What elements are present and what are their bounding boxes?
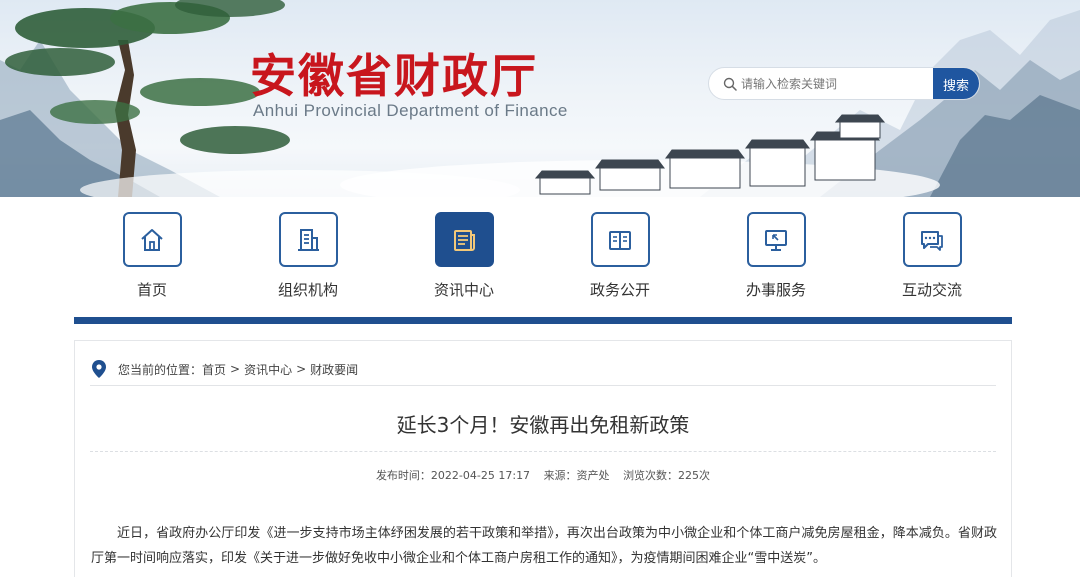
breadcrumb-separator: > — [296, 362, 307, 376]
nav-label: 首页 — [136, 281, 167, 299]
site-subtitle: Anhui Provincial Department of Finance — [253, 101, 568, 120]
monitor-icon — [765, 229, 787, 251]
breadcrumb: 您当前的位置： 首页 > 资讯中心 > 财政要闻 — [92, 359, 358, 379]
article-meta: 发布时间：2022-04-25 17:17 来源：资产处 浏览次数：225次 — [75, 467, 1011, 483]
main-nav: 首页 组织机构 资讯中心 政务公开 办事服务 互动交流 — [74, 212, 1012, 312]
view-count: 浏览次数：225次 — [623, 469, 711, 482]
breadcrumb-news-center[interactable]: 资讯中心 — [244, 361, 292, 378]
search-input[interactable] — [741, 68, 936, 99]
book-icon — [609, 230, 631, 250]
nav-label: 资讯中心 — [433, 281, 494, 299]
nav-divider-bar — [74, 317, 1012, 324]
article-container: 您当前的位置： 首页 > 资讯中心 > 财政要闻 延长3个月！安徽再出免租新政策… — [74, 340, 1012, 577]
breadcrumb-finance-news[interactable]: 财政要闻 — [310, 361, 358, 378]
nav-icon-box — [122, 212, 182, 267]
nav-item-home[interactable]: 首页 — [92, 212, 212, 300]
article-body: 近日，省政府办公厅印发《进一步支持市场主体纾困发展的若干政策和举措》，再次出台政… — [91, 526, 997, 566]
nav-item-services[interactable]: 办事服务 — [716, 212, 836, 300]
header-banner: 安徽省财政厅 Anhui Provincial Department of Fi… — [0, 0, 1080, 197]
nav-item-organization[interactable]: 组织机构 — [248, 212, 368, 300]
article-title: 延长3个月！安徽再出免租新政策 — [396, 413, 690, 437]
nav-icon-box — [434, 212, 494, 267]
site-title: 安徽省财政厅 — [250, 49, 538, 103]
nav-label: 互动交流 — [901, 281, 962, 299]
breadcrumb-separator: > — [230, 362, 241, 376]
building-icon — [298, 228, 319, 251]
nav-label: 政务公开 — [589, 281, 650, 299]
breadcrumb-divider — [90, 385, 996, 386]
title-divider — [90, 451, 996, 452]
nav-icon-box — [278, 212, 338, 267]
nav-icon-box — [746, 212, 806, 267]
nav-icon-box — [902, 212, 962, 267]
publish-time: 发布时间：2022-04-25 17:17 — [375, 469, 531, 482]
search-icon — [723, 77, 737, 91]
nav-item-news-center[interactable]: 资讯中心 — [404, 212, 524, 300]
nav-item-interaction[interactable]: 互动交流 — [872, 212, 992, 300]
article-source: 来源：资产处 — [543, 469, 610, 482]
nav-label: 组织机构 — [277, 281, 338, 299]
search-box: 搜索 — [708, 67, 980, 100]
breadcrumb-home[interactable]: 首页 — [202, 361, 226, 378]
chat-icon — [921, 230, 943, 251]
location-pin-icon — [92, 360, 106, 378]
breadcrumb-prefix: 您当前的位置： — [118, 362, 203, 377]
nav-item-government-affairs[interactable]: 政务公开 — [560, 212, 680, 300]
news-icon — [454, 229, 475, 251]
nav-icon-box — [590, 212, 650, 267]
search-button[interactable]: 搜索 — [933, 68, 979, 99]
home-icon — [141, 228, 163, 251]
nav-label: 办事服务 — [745, 281, 806, 299]
